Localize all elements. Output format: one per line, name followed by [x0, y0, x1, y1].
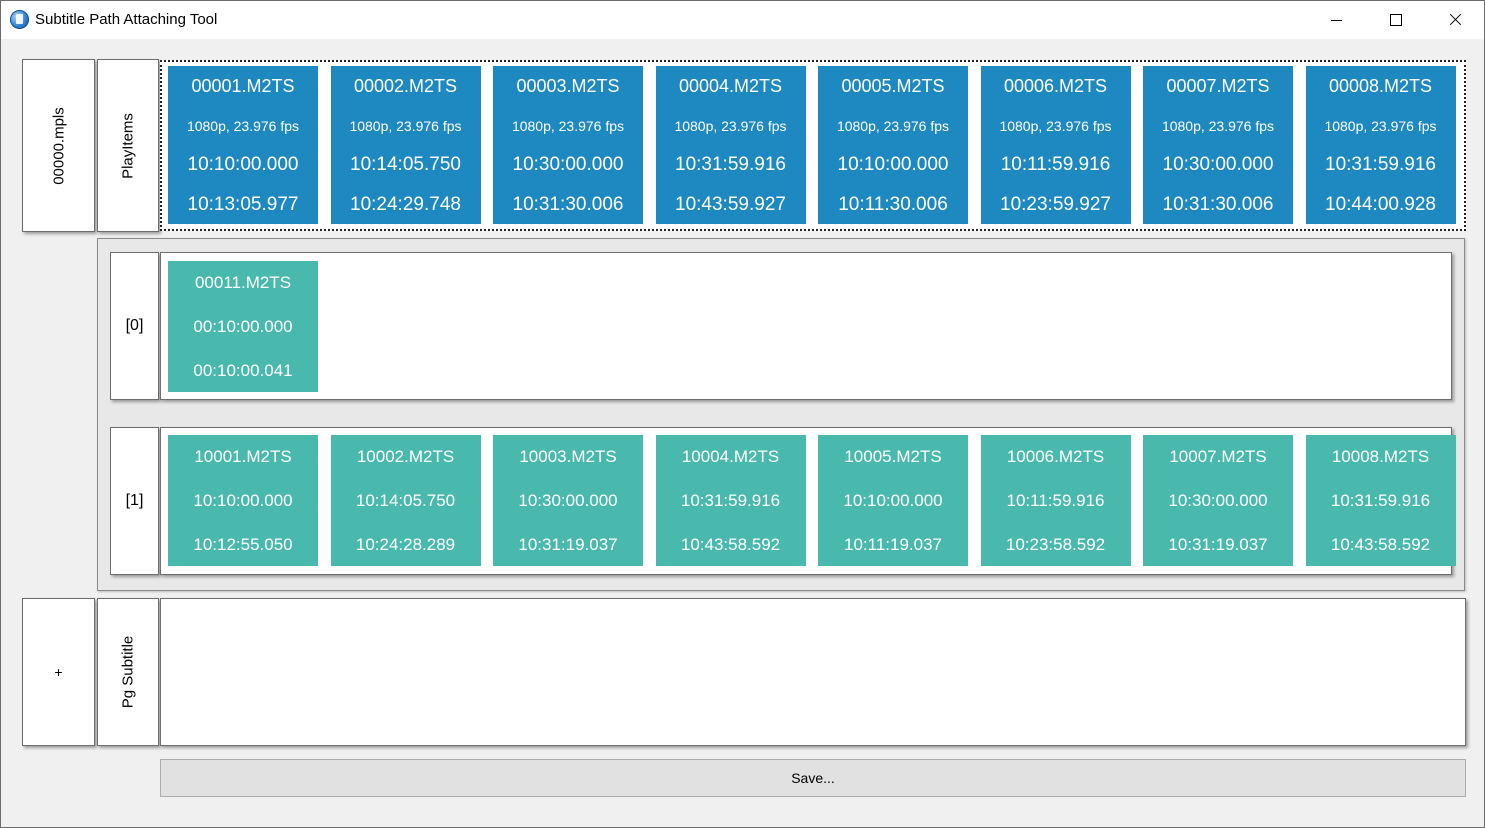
playitem-file: 00003.M2TS [516, 76, 620, 96]
subpath-out-time: 10:23:58.592 [1005, 535, 1106, 554]
subpath-in-time: 10:30:00.000 [1168, 491, 1268, 510]
subtitle-type-box[interactable]: Pg Subtitle [97, 598, 159, 746]
playitem-format: 1080p, 23.976 fps [186, 118, 300, 134]
subpath-out-time: 10:43:58.592 [680, 535, 781, 554]
subtitle-type-label: Pg Subtitle [119, 635, 137, 709]
subpath-out-time: 10:31:19.037 [518, 535, 618, 554]
subpath-out-time: 10:43:58.592 [1330, 535, 1431, 554]
playitem-out-time: 10:24:29.748 [350, 194, 461, 215]
playitem-in-time: 10:30:00.000 [1162, 154, 1274, 175]
subpath-tile[interactable]: 10007.M2TS 10:30:00.000 10:31:19.037 [1143, 435, 1293, 566]
subpath-file: 10005.M2TS [844, 447, 942, 466]
playitem-tile[interactable]: 00008.M2TS 1080p, 23.976 fps 10:31:59.916 1… [1305, 66, 1456, 224]
subpath-0-label-box: [0] [110, 252, 159, 400]
subpath-out-time: 10:31:19.037 [1168, 535, 1268, 554]
maximize-button[interactable] [1367, 1, 1425, 39]
subpath-tile[interactable]: 10006.M2TS 10:11:59.916 10:23:58.592 [980, 435, 1131, 566]
playitem-format: 1080p, 23.976 fps [1161, 118, 1275, 134]
playitem-in-time: 10:11:59.916 [1000, 154, 1111, 175]
playitem-file: 00006.M2TS [1003, 76, 1108, 96]
playitems-label-box: PlayItems [97, 59, 159, 232]
playitem-in-time: 10:31:59.916 [675, 154, 786, 175]
subpath-in-time: 10:30:00.000 [518, 491, 618, 510]
subpath-0-label: [0] [125, 317, 144, 334]
playitem-file: 00008.M2TS [1328, 76, 1433, 96]
subpath-file: 10008.M2TS [1331, 447, 1430, 466]
subpath-file: 10006.M2TS [1006, 447, 1105, 466]
playitem-format: 1080p, 23.976 fps [836, 118, 950, 134]
playitem-file: 00001.M2TS [191, 76, 295, 96]
title-bar: Subtitle Path Attaching Tool [1, 1, 1484, 39]
playlist-name: 00000.mpls [50, 106, 67, 185]
minimize-button[interactable] [1308, 1, 1366, 39]
subpath-1-label: [1] [125, 492, 144, 509]
playitem-in-time: 10:10:00.000 [187, 154, 299, 175]
subpath-in-time: 10:10:00.000 [843, 491, 943, 510]
playitem-tile[interactable]: 00001.M2TS 1080p, 23.976 fps 10:10:00.000 1… [168, 66, 318, 224]
playitem-in-time: 10:14:05.750 [350, 154, 461, 175]
playitem-file: 00002.M2TS [353, 76, 458, 96]
playitem-format: 1080p, 23.976 fps [349, 118, 462, 134]
playitem-in-time: 10:10:00.000 [837, 154, 949, 175]
subpath-out-time: 10:11:19.037 [844, 535, 942, 554]
playitem-tile[interactable]: 00002.M2TS 1080p, 23.976 fps 10:14:05.750 1… [330, 66, 481, 224]
window-title: Subtitle Path Attaching Tool [35, 11, 218, 28]
subpath-file: 00011.M2TS [194, 273, 292, 292]
subpath-file: 10004.M2TS [681, 447, 780, 466]
add-subpath-button[interactable]: + [22, 598, 95, 746]
app-window: Subtitle Path Attaching Tool 00000.mpls … [0, 0, 1485, 828]
add-label: + [54, 664, 63, 680]
playitem-in-time: 10:30:00.000 [512, 154, 624, 175]
playitem-format: 1080p, 23.976 fps [999, 118, 1112, 134]
playitem-out-time: 10:43:59.927 [675, 194, 786, 215]
playitem-tile[interactable]: 00006.M2TS 1080p, 23.976 fps 10:11:59.916 1… [980, 66, 1131, 224]
subpath-file: 10001.M2TS [194, 447, 292, 466]
close-button[interactable] [1426, 1, 1484, 39]
save-button[interactable]: Save... [160, 759, 1466, 797]
subpath-1-label-box: [1] [110, 427, 159, 575]
playitems-label: PlayItems [119, 112, 137, 179]
subpath-0-strip [160, 252, 1452, 400]
playitem-tile[interactable]: 00003.M2TS 1080p, 23.976 fps 10:30:00.000 1… [493, 66, 643, 224]
playitem-file: 00005.M2TS [841, 76, 945, 96]
playitem-out-time: 10:31:30.006 [1162, 194, 1274, 215]
playitem-file: 00007.M2TS [1166, 76, 1270, 96]
subpath-out-time: 10:12:55.050 [193, 535, 293, 554]
playitem-format: 1080p, 23.976 fps [674, 118, 787, 134]
playitem-out-time: 10:13:05.977 [187, 194, 299, 215]
subpath-in-time: 10:10:00.000 [193, 491, 293, 510]
subpath-tile[interactable]: 10002.M2TS 10:14:05.750 10:24:28.289 [330, 435, 481, 566]
playitem-in-time: 10:31:59.916 [1325, 154, 1436, 175]
playitem-tile[interactable]: 00007.M2TS 1080p, 23.976 fps 10:30:00.000 1… [1143, 66, 1293, 224]
subpath-out-time: 10:24:28.289 [355, 535, 456, 554]
playitem-format: 1080p, 23.976 fps [1324, 118, 1437, 134]
subpath-out-time: 00:10:00.041 [193, 361, 293, 380]
new-subpath-drop-area[interactable] [160, 598, 1466, 746]
subpath-in-time: 00:10:00.000 [193, 317, 293, 336]
playitem-out-time: 10:44:00.928 [1325, 194, 1436, 215]
subpath-file: 10007.M2TS [1169, 447, 1267, 466]
playitem-out-time: 10:31:30.006 [512, 194, 624, 215]
subpath-in-time: 10:11:59.916 [1006, 491, 1105, 510]
playitem-out-time: 10:11:30.006 [838, 194, 948, 215]
subpath-tile[interactable]: 10001.M2TS 10:10:00.000 10:12:55.050 [168, 435, 318, 566]
subpath-file: 10002.M2TS [356, 447, 455, 466]
app-icon [10, 10, 29, 29]
subpath-in-time: 10:31:59.916 [1330, 491, 1431, 510]
playitem-tile[interactable]: 00005.M2TS 1080p, 23.976 fps 10:10:00.000 1… [818, 66, 968, 224]
subpath-tile[interactable]: 10004.M2TS 10:31:59.916 10:43:58.592 [655, 435, 806, 566]
playlist-name-box[interactable]: 00000.mpls [22, 59, 95, 232]
playitem-out-time: 10:23:59.927 [1000, 194, 1111, 215]
subpath-tile[interactable]: 10005.M2TS 10:10:00.000 10:11:19.037 [818, 435, 968, 566]
subpath-in-time: 10:31:59.916 [680, 491, 781, 510]
playitem-format: 1080p, 23.976 fps [511, 118, 625, 134]
subpath-tile[interactable]: 10003.M2TS 10:30:00.000 10:31:19.037 [493, 435, 643, 566]
subpath-tile[interactable]: 00011.M2TS 00:10:00.000 00:10:00.041 [168, 261, 318, 392]
subpath-file: 10003.M2TS [519, 447, 617, 466]
playitem-file: 00004.M2TS [678, 76, 783, 96]
subpath-tile[interactable]: 10008.M2TS 10:31:59.916 10:43:58.592 [1305, 435, 1456, 566]
subpath-in-time: 10:14:05.750 [355, 491, 456, 510]
playitem-tile[interactable]: 00004.M2TS 1080p, 23.976 fps 10:31:59.916 1… [655, 66, 806, 224]
